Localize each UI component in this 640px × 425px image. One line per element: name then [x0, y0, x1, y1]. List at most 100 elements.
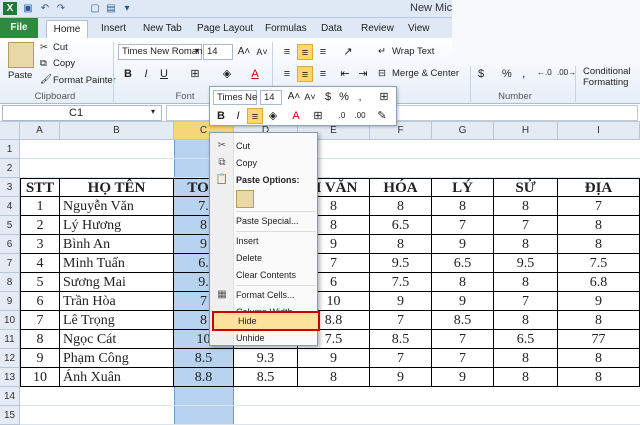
table-cell[interactable]: 8 [558, 349, 640, 368]
table-cell[interactable]: 7.5 [558, 254, 640, 273]
tab-home[interactable]: Home [46, 20, 88, 38]
row-header[interactable]: 12 [0, 349, 20, 368]
table-cell[interactable]: 4 [20, 254, 60, 273]
table-cell[interactable]: 6 [20, 292, 60, 311]
empty-row[interactable] [20, 406, 640, 425]
align-right-icon[interactable]: ≡ [315, 66, 331, 82]
borders-icon[interactable]: ⊞ [310, 108, 326, 124]
table-cell[interactable]: 6.5 [370, 216, 432, 235]
table-header-cell[interactable]: HỌ TÊN [60, 178, 174, 197]
customize-toolbar-icon[interactable]: ▾ [120, 2, 134, 15]
table-cell[interactable]: Minh Tuấn [60, 254, 174, 273]
table-cell[interactable]: Sương Mai [60, 273, 174, 292]
table-cell[interactable]: 9 [432, 235, 494, 254]
tab-file[interactable]: File [0, 18, 38, 38]
menu-item-cut[interactable]: ✂ Cut [210, 138, 317, 155]
table-cell[interactable]: 8 [494, 311, 558, 330]
table-cell[interactable]: 7 [432, 330, 494, 349]
orientation-icon[interactable]: ↗ [340, 44, 356, 60]
font-color-icon[interactable]: A [247, 66, 263, 82]
menu-item-unhide[interactable]: Unhide [210, 330, 317, 347]
chevron-down-icon[interactable]: ▾ [151, 107, 155, 116]
menu-item-format-cells[interactable]: ▦ Format Cells... [210, 287, 317, 304]
table-cell[interactable]: 6.8 [558, 273, 640, 292]
menu-item-hide[interactable]: Hide [212, 311, 320, 331]
table-cell[interactable]: 9 [370, 368, 432, 387]
table-cell[interactable]: Lê Trọng [60, 311, 174, 330]
percent-button[interactable]: % [502, 68, 512, 80]
align-top-icon[interactable]: ≡ [279, 44, 295, 60]
table-cell[interactable]: 7 [20, 311, 60, 330]
format-painter-button[interactable]: Format Painter [53, 75, 116, 86]
tab-review[interactable]: Review [361, 20, 394, 38]
table-cell[interactable]: Lý Hương [60, 216, 174, 235]
currency-icon[interactable]: $ [320, 89, 336, 105]
paste-option-icon[interactable] [236, 190, 254, 208]
tab-data[interactable]: Data [321, 20, 342, 38]
fill-color-icon[interactable]: ◈ [219, 66, 235, 82]
format-painter-icon[interactable]: ⊞ [376, 89, 392, 105]
merge-center-button[interactable]: Merge & Center [392, 68, 459, 79]
table-header-cell[interactable]: ĐỊA [558, 178, 640, 197]
column-header[interactable]: H [494, 122, 558, 140]
table-cell[interactable]: 8 [20, 330, 60, 349]
row-header[interactable]: 10 [0, 311, 20, 330]
table-cell[interactable]: 8.8 [174, 368, 234, 387]
mini-font-select[interactable]: Times Ne [213, 90, 257, 105]
table-cell[interactable]: 8 [494, 235, 558, 254]
empty-row[interactable] [20, 159, 640, 178]
increase-decimal-icon[interactable]: ←.0 [537, 68, 552, 77]
table-cell[interactable]: 8 [432, 197, 494, 216]
table-cell[interactable]: 10 [20, 368, 60, 387]
tab-new-tab[interactable]: New Tab [143, 20, 182, 38]
align-left-icon[interactable]: ≡ [279, 66, 295, 82]
column-header[interactable]: I [558, 122, 640, 140]
table-cell[interactable]: 1 [20, 197, 60, 216]
cut-button[interactable]: Cut [53, 42, 68, 53]
tab-page-layout[interactable]: Page Layout [197, 20, 253, 38]
table-cell[interactable]: 9 [20, 349, 60, 368]
table-cell[interactable]: 2 [20, 216, 60, 235]
currency-button[interactable]: $ [478, 68, 484, 80]
new-file-icon[interactable]: ▢ [88, 2, 102, 15]
row-header[interactable]: 7 [0, 254, 20, 273]
row-header[interactable]: 13 [0, 368, 20, 387]
menu-item-paste-special[interactable]: Paste Special... [210, 213, 317, 230]
increase-decimal-icon[interactable]: .0 [334, 108, 350, 124]
align-center-icon[interactable]: ≡ [297, 66, 313, 82]
table-cell[interactable]: 8 [558, 216, 640, 235]
table-cell[interactable]: 7 [370, 311, 432, 330]
font-color-icon[interactable]: A [288, 108, 304, 124]
row-header[interactable]: 8 [0, 273, 20, 292]
underline-icon[interactable]: U [156, 66, 172, 82]
tab-insert[interactable]: Insert [101, 20, 126, 38]
table-cell[interactable]: 8 [370, 235, 432, 254]
menu-item-insert[interactable]: Insert [210, 233, 317, 250]
menu-item-delete[interactable]: Delete [210, 250, 317, 267]
row-header[interactable]: 2 [0, 159, 20, 178]
table-cell[interactable]: 7 [494, 216, 558, 235]
bold-icon[interactable]: B [120, 66, 136, 82]
grow-font-icon[interactable]: A˄ [286, 89, 302, 105]
row-header[interactable]: 6 [0, 235, 20, 254]
percent-icon[interactable]: % [336, 89, 352, 105]
table-cell[interactable]: 8.5 [370, 330, 432, 349]
copy-button[interactable]: Copy [53, 58, 75, 69]
tab-formulas[interactable]: Formulas [265, 20, 307, 38]
comma-icon[interactable]: , [352, 89, 368, 105]
table-cell[interactable]: 9.5 [370, 254, 432, 273]
table-cell[interactable]: 3 [20, 235, 60, 254]
table-cell[interactable]: 8.5 [174, 349, 234, 368]
increase-indent-icon[interactable]: ⇥ [355, 66, 371, 82]
save-icon[interactable]: ▣ [21, 2, 35, 15]
table-cell[interactable]: 9 [298, 349, 370, 368]
undo-icon[interactable]: ↶ [38, 2, 52, 15]
table-header-cell[interactable]: LÝ [432, 178, 494, 197]
fill-color-icon[interactable]: ◈ [265, 108, 281, 124]
table-cell[interactable]: 8 [558, 368, 640, 387]
table-cell[interactable]: 7 [432, 349, 494, 368]
table-cell[interactable]: Nguyễn Văn [60, 197, 174, 216]
table-cell[interactable]: 8.5 [234, 368, 298, 387]
table-cell[interactable]: 8.5 [432, 311, 494, 330]
table-cell[interactable]: 7.5 [370, 273, 432, 292]
